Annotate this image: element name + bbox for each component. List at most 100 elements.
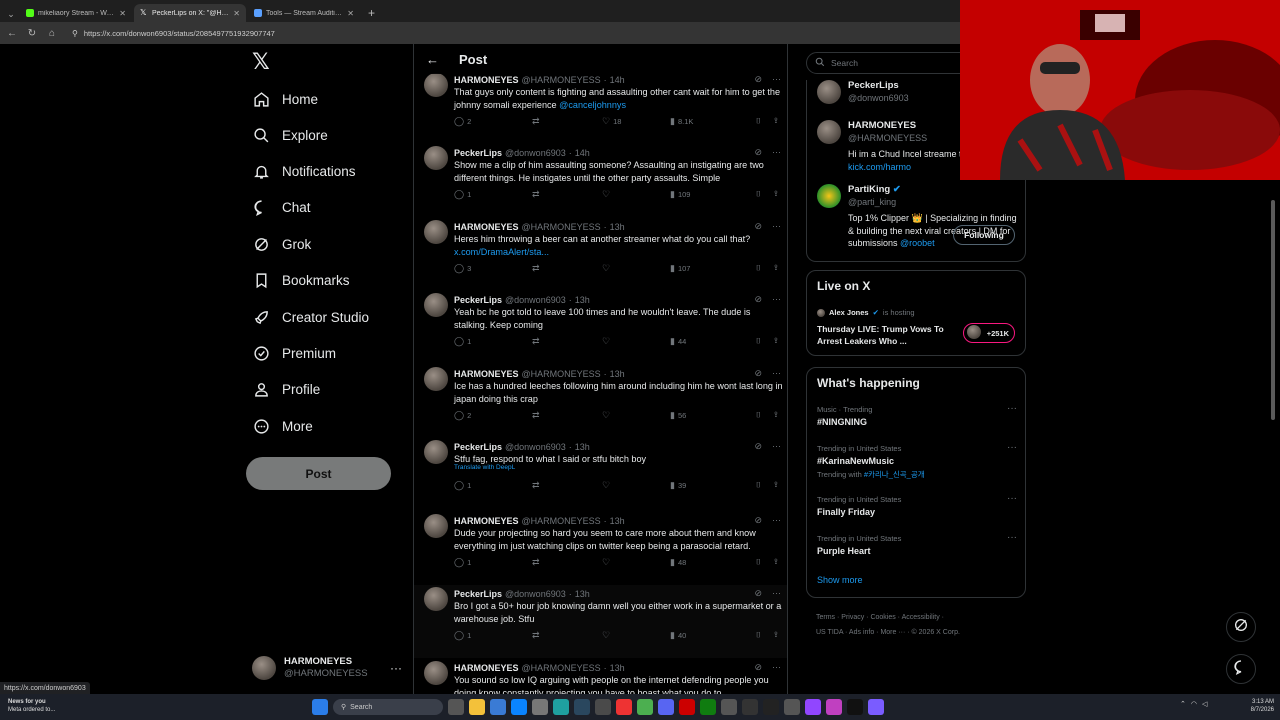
app-icon[interactable]	[595, 699, 611, 715]
more-dots-icon[interactable]: ···	[772, 74, 781, 85]
tweet-time[interactable]: 14h	[610, 75, 625, 85]
task-view-icon[interactable]	[448, 699, 464, 715]
tab-list-icon[interactable]: ⌄	[4, 6, 18, 22]
avatar[interactable]	[424, 73, 448, 97]
nav-notifications[interactable]: Notifications	[252, 156, 356, 186]
author-name[interactable]: PeckerLips	[454, 442, 502, 452]
more-dots-icon[interactable]: ···	[772, 441, 781, 452]
edge-icon[interactable]	[511, 699, 527, 715]
app-icon[interactable]	[784, 699, 800, 715]
app-icon[interactable]	[721, 699, 737, 715]
tweet-time[interactable]: 13h	[610, 663, 625, 673]
repost-button[interactable]: ⇄	[532, 116, 602, 127]
more-dots-icon[interactable]: ···	[772, 368, 781, 379]
author-handle[interactable]: @donwon6903	[505, 442, 566, 452]
trend-item[interactable]: Trending in United States Purple Heart ·…	[817, 532, 1017, 556]
author-name[interactable]: PeckerLips	[454, 589, 502, 599]
avatar[interactable]	[424, 220, 448, 244]
app-icon[interactable]	[847, 699, 863, 715]
trend-with-tag[interactable]: #카리나_신곡_공개	[864, 470, 925, 479]
wifi-icon[interactable]: ◠	[1191, 700, 1197, 708]
app-icon[interactable]	[532, 699, 548, 715]
author-handle[interactable]: @donwon6903	[505, 589, 566, 599]
avatar[interactable]	[424, 293, 448, 317]
browser-tab-tools[interactable]: Tools — Stream Auditing Utilities ✕	[248, 4, 360, 22]
repost-button[interactable]: ⇄	[532, 263, 602, 274]
show-more-link[interactable]: Show more	[817, 575, 863, 585]
tweet-time[interactable]: 13h	[575, 295, 590, 305]
like-button[interactable]: ♡	[602, 336, 670, 347]
more-dots-icon[interactable]: ···	[772, 515, 781, 526]
like-button[interactable]: ♡	[602, 480, 670, 491]
author-name[interactable]: HARMONEYES	[454, 516, 519, 526]
page-scrollbar[interactable]	[1270, 180, 1276, 694]
tweet[interactable]: HARMONEYES @HARMONEYESS · 13h ⊘ ··· You sound …	[414, 659, 787, 694]
views-button[interactable]: ▮ 40	[670, 630, 750, 641]
live-stream-title[interactable]: Thursday LIVE: Trump Vows To Arrest Leak…	[817, 323, 952, 347]
bookmark-icon[interactable]: ⌷	[756, 410, 761, 420]
grok-icon[interactable]: ⊘	[754, 74, 762, 85]
close-icon[interactable]: ✕	[119, 9, 126, 18]
app-icon[interactable]	[868, 699, 884, 715]
file-explorer-icon[interactable]	[469, 699, 485, 715]
more-dots-icon[interactable]: ···	[772, 294, 781, 305]
back-arrow-icon[interactable]: ←	[426, 52, 439, 67]
views-button[interactable]: ▮ 107	[670, 263, 750, 274]
views-button[interactable]: ▮ 44	[670, 336, 750, 347]
avatar[interactable]	[424, 661, 448, 685]
chevron-up-icon[interactable]: ⌃	[1180, 700, 1186, 708]
bookmark-icon[interactable]: ⌷	[756, 630, 761, 640]
tiktok-icon[interactable]	[763, 699, 779, 715]
app-icon[interactable]	[826, 699, 842, 715]
scrollbar-thumb[interactable]	[1271, 200, 1275, 420]
live-listener-count[interactable]: +251K	[963, 323, 1015, 343]
like-button[interactable]: ♡ 18	[602, 116, 670, 127]
more-dots-icon[interactable]: ···	[1007, 442, 1017, 453]
bookmark-icon[interactable]: ⌷	[756, 480, 761, 490]
reply-button[interactable]: ◯ 1	[454, 630, 532, 641]
grok-icon[interactable]: ⊘	[754, 221, 762, 232]
like-button[interactable]: ♡	[602, 557, 670, 568]
avatar[interactable]	[424, 367, 448, 391]
more-dots-icon[interactable]: ···	[772, 221, 781, 232]
trend-item[interactable]: Trending in United States #KarinaNewMusi…	[817, 442, 1017, 480]
close-icon[interactable]: ✕	[233, 9, 240, 18]
tweet-time[interactable]: 13h	[610, 222, 625, 232]
tweet[interactable]: HARMONEYES @HARMONEYESS · 13h ⊘ ··· Ice has a …	[414, 365, 787, 438]
site-info-icon[interactable]: ⚲	[72, 29, 78, 38]
reply-button[interactable]: ◯ 3	[454, 263, 532, 274]
browser-icon[interactable]	[553, 699, 569, 715]
share-icon[interactable]: ⇪	[773, 557, 779, 567]
author-handle[interactable]: @donwon6903	[505, 148, 566, 158]
more-dots-icon[interactable]: ···	[772, 662, 781, 673]
repost-button[interactable]: ⇄	[532, 480, 602, 491]
nav-grok[interactable]: Grok	[252, 229, 311, 259]
bio-link[interactable]: kick.com/harmo	[848, 162, 911, 172]
bookmark-icon[interactable]: ⌷	[756, 263, 761, 273]
author-name[interactable]: PeckerLips	[454, 295, 502, 305]
share-icon[interactable]: ⇪	[773, 336, 779, 346]
share-icon[interactable]: ⇪	[773, 189, 779, 199]
avatar[interactable]	[424, 146, 448, 170]
repost-button[interactable]: ⇄	[532, 557, 602, 568]
author-handle[interactable]: @HARMONEYESS	[522, 663, 601, 673]
grok-icon[interactable]: ⊘	[754, 515, 762, 526]
bookmark-icon[interactable]: ⌷	[756, 557, 761, 567]
home-browser-icon[interactable]: ⌂	[46, 28, 58, 39]
reload-icon[interactable]: ↻	[26, 28, 38, 39]
views-button[interactable]: ▮ 56	[670, 410, 750, 421]
host-name[interactable]: Alex Jones	[829, 308, 869, 317]
share-icon[interactable]: ⇪	[773, 480, 779, 490]
tweet-time[interactable]: 14h	[575, 148, 590, 158]
tweet[interactable]: PeckerLips @donwon6903 · 14h ⊘ ··· Show me a c…	[414, 144, 787, 217]
nav-creator-studio[interactable]: Creator Studio	[252, 302, 369, 332]
discord-icon[interactable]	[658, 699, 674, 715]
more-dots-icon[interactable]: ···	[1007, 532, 1017, 543]
x-logo-icon[interactable]: 𝕏	[252, 50, 278, 76]
like-button[interactable]: ♡	[602, 630, 670, 641]
nav-chat[interactable]: Chat	[252, 192, 311, 222]
views-button[interactable]: ▮ 8.1K	[670, 116, 750, 127]
author-handle[interactable]: @HARMONEYESS	[522, 75, 601, 85]
like-button[interactable]: ♡	[602, 410, 670, 421]
avatar[interactable]	[424, 440, 448, 464]
